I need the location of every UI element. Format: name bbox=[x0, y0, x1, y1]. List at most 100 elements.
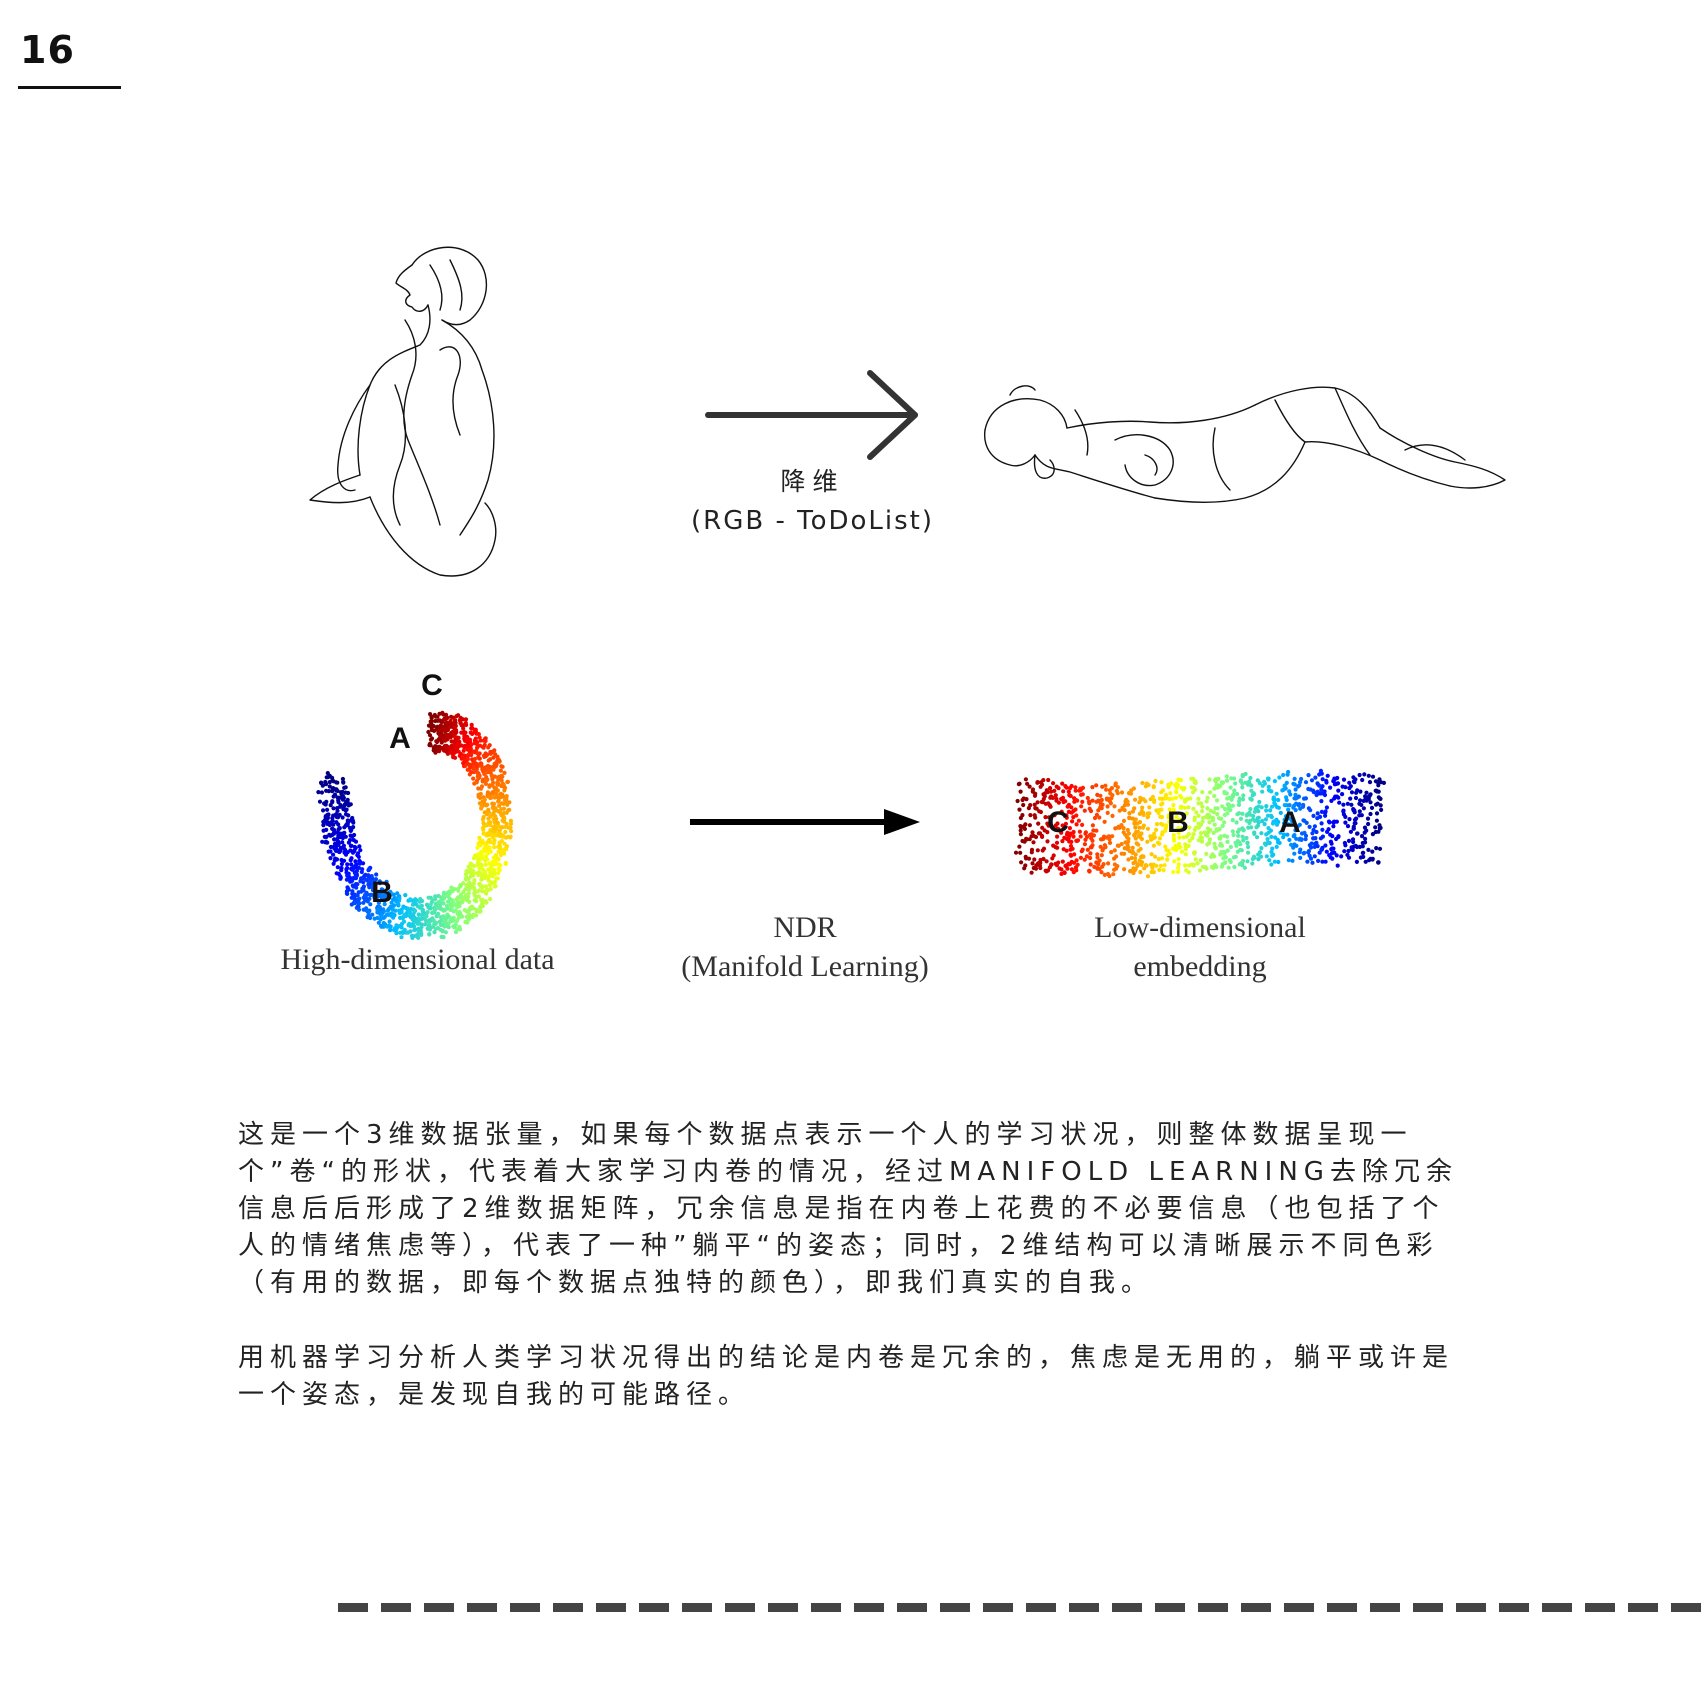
roll-point bbox=[458, 884, 463, 889]
embedding-point bbox=[1145, 826, 1150, 831]
embedding-point bbox=[1351, 839, 1356, 845]
embedding-point bbox=[1153, 778, 1158, 784]
embedding-point bbox=[1228, 807, 1233, 813]
embedding-point bbox=[1060, 839, 1065, 844]
ndr-label: NDR (Manifold Learning) bbox=[655, 908, 955, 986]
roll-point bbox=[475, 845, 480, 850]
embedding-point bbox=[1133, 825, 1138, 830]
embedding-point bbox=[1174, 785, 1179, 790]
roll-point bbox=[409, 922, 414, 927]
roll-point bbox=[449, 722, 454, 728]
embedding-point bbox=[1115, 791, 1120, 796]
embedding-point bbox=[1232, 788, 1237, 793]
roll-point bbox=[471, 881, 476, 886]
roll-point bbox=[452, 739, 457, 744]
roll-point bbox=[427, 917, 432, 922]
lying-figure-line-drawing bbox=[983, 385, 1506, 503]
embedding-point bbox=[1215, 812, 1220, 817]
embedding-point bbox=[1352, 817, 1358, 822]
roll-point bbox=[492, 868, 497, 873]
embedding-point bbox=[1035, 780, 1040, 785]
embedding-point bbox=[1159, 780, 1164, 785]
embedding-point bbox=[1151, 784, 1156, 789]
embedding-point bbox=[1097, 815, 1102, 820]
roll-point bbox=[461, 761, 466, 766]
embedding-point bbox=[1018, 824, 1023, 829]
embedding-point bbox=[1358, 798, 1363, 803]
roll-point bbox=[501, 801, 506, 806]
embedding-point bbox=[1124, 835, 1130, 840]
roll-point bbox=[429, 714, 434, 719]
embedding-point bbox=[1022, 839, 1027, 844]
roll-point bbox=[456, 888, 461, 893]
embedding-point bbox=[1096, 862, 1101, 867]
roll-point bbox=[466, 743, 471, 748]
roll-point bbox=[463, 717, 469, 722]
roll-point bbox=[436, 911, 441, 916]
embedding-point bbox=[1104, 797, 1110, 802]
roll-point bbox=[396, 903, 401, 908]
embedding-point bbox=[1078, 834, 1083, 839]
roll-point bbox=[445, 744, 450, 749]
embedding-point bbox=[1193, 857, 1198, 862]
embedding-point bbox=[1254, 825, 1259, 830]
roll-point bbox=[496, 871, 501, 876]
roll-point bbox=[432, 908, 437, 913]
roll-point bbox=[429, 719, 434, 724]
roll-point bbox=[427, 932, 432, 937]
roll-point bbox=[405, 906, 410, 911]
embedding-point bbox=[1038, 784, 1043, 789]
roll-point bbox=[490, 783, 495, 788]
roll-point bbox=[492, 748, 497, 753]
embedding-point bbox=[1292, 776, 1297, 781]
embedding-point bbox=[1213, 846, 1218, 851]
embedding-point bbox=[1274, 844, 1279, 849]
embedding-point bbox=[1365, 816, 1371, 821]
roll-point bbox=[492, 813, 497, 818]
roll-point bbox=[332, 846, 337, 851]
embedding-point bbox=[1240, 773, 1245, 778]
embedding-point bbox=[1362, 772, 1367, 777]
embedding-point bbox=[1274, 791, 1279, 796]
embedding-point bbox=[1246, 850, 1251, 855]
embedding-point bbox=[1374, 818, 1379, 823]
roll-point bbox=[412, 927, 417, 933]
embedding-point bbox=[1276, 797, 1281, 803]
roll-point bbox=[488, 828, 493, 833]
embedding-point bbox=[1027, 823, 1032, 828]
roll-point bbox=[481, 745, 486, 750]
embedding-point bbox=[1195, 861, 1200, 866]
roll-point bbox=[448, 903, 453, 908]
embedding-point bbox=[1210, 818, 1215, 823]
roll-point bbox=[416, 929, 421, 934]
embedding-point bbox=[1186, 863, 1192, 868]
embedding-point bbox=[1080, 799, 1085, 804]
embedding-point bbox=[1047, 865, 1052, 870]
embedding-point bbox=[1071, 834, 1076, 839]
embedding-point bbox=[1319, 771, 1324, 776]
embedding-point bbox=[1107, 873, 1112, 879]
roll-point bbox=[495, 820, 500, 825]
embedding-point bbox=[1313, 775, 1318, 780]
embedding-point bbox=[1078, 787, 1083, 793]
embedding-point bbox=[1094, 799, 1099, 804]
embedding-point bbox=[1070, 819, 1075, 824]
roll-point bbox=[332, 841, 338, 846]
roll-point bbox=[466, 752, 471, 757]
embedding-point bbox=[1269, 862, 1274, 867]
embedding-point bbox=[1023, 822, 1028, 827]
roll-point bbox=[490, 790, 495, 795]
embedding-point bbox=[1157, 841, 1162, 846]
roll-point bbox=[507, 807, 512, 812]
embedding-point bbox=[1288, 792, 1293, 797]
embedding-point bbox=[1197, 868, 1203, 873]
roll-point bbox=[443, 920, 448, 925]
roll-label-a: A bbox=[389, 722, 411, 755]
embedding-point bbox=[1302, 796, 1307, 801]
roll-point bbox=[453, 929, 459, 935]
embedding-point bbox=[1277, 840, 1282, 845]
embedding-point bbox=[1132, 832, 1137, 837]
roll-point bbox=[352, 849, 357, 854]
roll-point bbox=[476, 792, 481, 797]
embedding-point bbox=[1186, 870, 1191, 875]
